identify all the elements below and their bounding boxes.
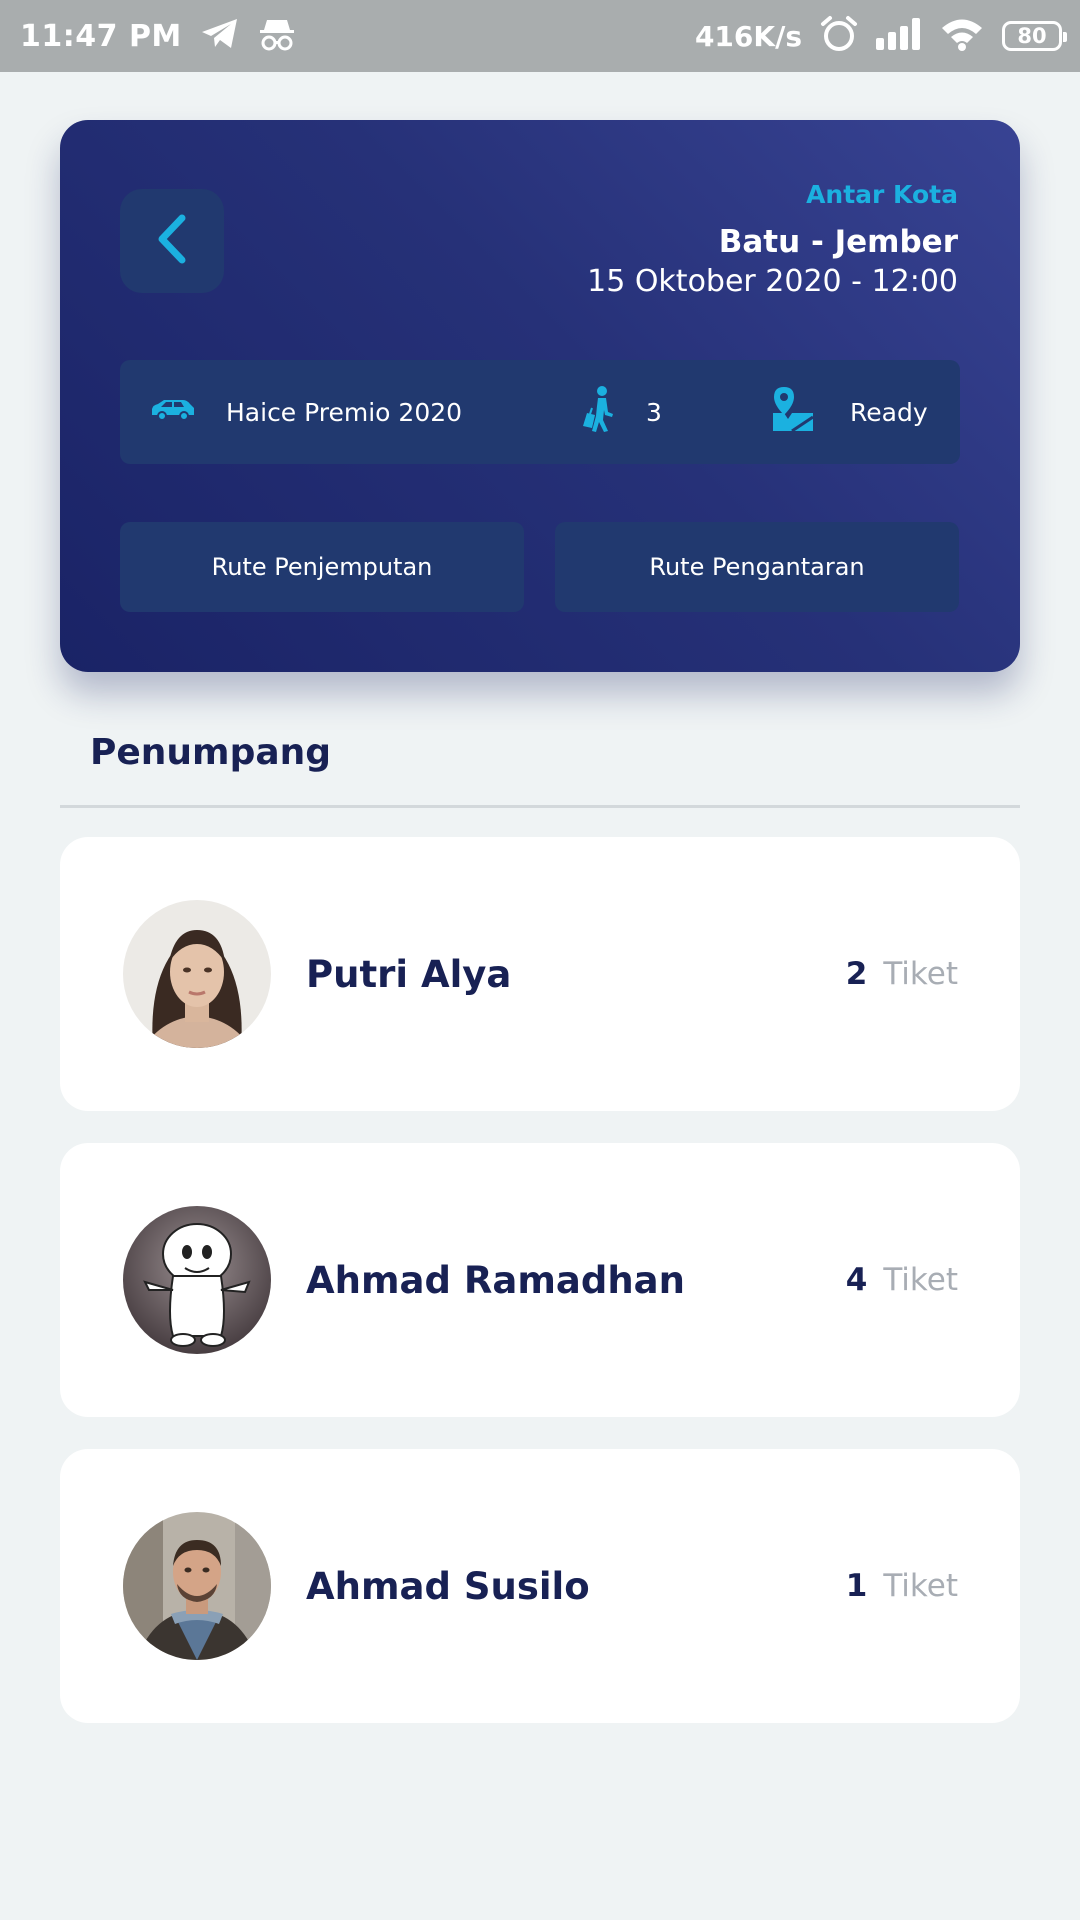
passenger-count: 3 [646, 397, 662, 427]
status-bar: 11:47 PM 416K/s 80 [0, 0, 1080, 72]
trip-status-info: Ready [770, 360, 928, 464]
avatar [123, 1512, 271, 1660]
trip-datetime: 15 Oktober 2020 - 12:00 [587, 264, 958, 299]
ticket-number: 2 [845, 956, 868, 992]
avatar [123, 900, 271, 1048]
passenger-name: Putri Alya [306, 952, 512, 996]
trip-type: Antar Kota [806, 180, 958, 209]
section-divider [60, 805, 1020, 808]
passenger-name: Ahmad Susilo [306, 1564, 590, 1608]
alarm-icon [820, 15, 858, 57]
battery-level: 80 [1017, 24, 1047, 48]
trip-header-card: Antar Kota Batu - Jember 15 Oktober 2020… [60, 120, 1020, 672]
wifi-icon [940, 17, 984, 55]
trip-info-bar: Haice Premio 2020 3 Ready [120, 360, 960, 464]
traveler-icon [578, 386, 618, 438]
avatar [123, 1206, 271, 1354]
incognito-icon [258, 16, 296, 56]
section-title: Penumpang [90, 732, 332, 773]
map-location-icon [770, 385, 816, 439]
vehicle-info: Haice Premio 2020 [150, 360, 462, 464]
back-button[interactable] [120, 189, 224, 293]
passenger-card[interactable]: Putri Alya 2 Tiket [60, 837, 1020, 1111]
car-icon [150, 398, 196, 427]
trip-route: Batu - Jember [718, 224, 958, 260]
status-bar-left: 11:47 PM [20, 16, 296, 56]
ticket-unit: Tiket [883, 956, 958, 992]
passenger-name: Ahmad Ramadhan [306, 1258, 685, 1302]
ticket-count: 2 Tiket [846, 837, 958, 1111]
telegram-icon [200, 17, 240, 55]
passenger-card[interactable]: Ahmad Susilo 1 Tiket [60, 1449, 1020, 1723]
clock: 11:47 PM [20, 18, 182, 54]
ticket-count: 4 Tiket [846, 1143, 958, 1417]
ticket-count: 1 Tiket [846, 1449, 958, 1723]
vehicle-name: Haice Premio 2020 [226, 397, 463, 427]
network-speed: 416K/s [694, 19, 802, 53]
dropoff-route-button[interactable]: Rute Pengantaran [555, 522, 959, 612]
status-bar-right: 416K/s 80 [694, 15, 1067, 57]
battery-icon: 80 [1002, 21, 1067, 51]
ticket-unit: Tiket [883, 1568, 958, 1604]
signal-icon [876, 18, 922, 54]
ticket-number: 4 [845, 1262, 868, 1298]
passenger-count-info: 3 [578, 360, 662, 464]
ticket-unit: Tiket [883, 1262, 958, 1298]
passenger-card[interactable]: Ahmad Ramadhan 4 Tiket [60, 1143, 1020, 1417]
ticket-number: 1 [845, 1568, 868, 1604]
chevron-left-icon [152, 213, 192, 269]
trip-status: Ready [850, 397, 928, 427]
pickup-route-button[interactable]: Rute Penjemputan [120, 522, 524, 612]
